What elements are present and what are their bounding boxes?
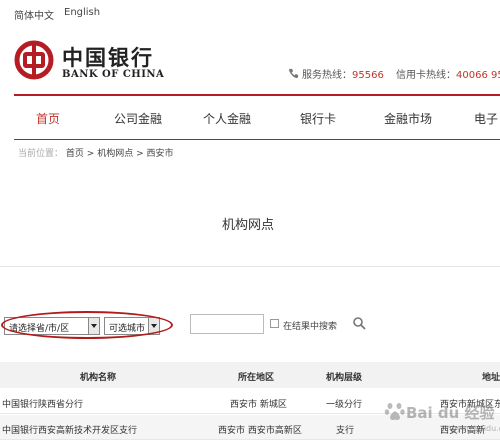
nav-item-personal-banking[interactable]: 个人金融 (203, 110, 251, 127)
cell-branch-name[interactable]: 中国银行西安高新技术开发区支行 (2, 423, 137, 436)
credit-card-hotline: 信用卡热线：40066 95 (396, 66, 500, 81)
breadcrumb-current: 西安市 (146, 149, 174, 159)
breadcrumb-separator: > (86, 149, 95, 159)
breadcrumb-separator: > (136, 149, 144, 159)
baidu-jingyan-watermark: Bai du 经验 jingyan.baidu.com (382, 394, 500, 444)
search-within-results-checkbox[interactable] (270, 319, 279, 328)
main-nav: 首页 公司金融 个人金融 银行卡 金融市场 电子 (14, 94, 500, 140)
cell-level: 一级分行 (326, 400, 363, 410)
cell-area: 西安市 西安市高新区 (218, 426, 302, 436)
search-within-results-label: 在结果中搜索 (283, 322, 338, 332)
logo-english-name[interactable]: BANK OF CHINA (62, 69, 164, 80)
nav-item-corporate-banking[interactable]: 公司金融 (114, 110, 162, 127)
breadcrumb-branches[interactable]: 机构网点 (97, 149, 133, 159)
breadcrumb-lead: 当前位置： (18, 149, 64, 159)
service-hotline: 服务热线：95566 (288, 66, 384, 81)
watermark-text: Bai du 经验 (406, 404, 495, 422)
cell-area: 西安市 新城区 (230, 400, 287, 410)
watermark-url: jingyan.baidu.com (442, 424, 500, 433)
column-header-name: 机构名称 (80, 373, 117, 383)
logo-chinese-name[interactable]: 中国银行 (62, 42, 154, 72)
cell-branch-name[interactable]: 中国银行陕西省分行 (2, 397, 83, 410)
nav-item-electronic[interactable]: 电子 (474, 110, 498, 127)
keyword-input[interactable] (190, 314, 264, 334)
breadcrumb: 当前位置： 首页 > 机构网点 > 西安市 (18, 146, 174, 159)
column-header-area: 所在地区 (238, 373, 275, 383)
search-filters: 请选择省/市/区 可选城市 在结果中搜索 (0, 310, 500, 344)
service-hotline-number: 95566 (352, 70, 384, 81)
card-hotline-number: 40066 95 (456, 70, 500, 81)
nav-item-financial-markets[interactable]: 金融市场 (384, 110, 432, 127)
service-hotline-label: 服务热线： (302, 70, 352, 81)
top-bar: 简体中文 English (0, 0, 500, 26)
divider (0, 266, 500, 267)
nav-item-bank-card[interactable]: 银行卡 (300, 110, 336, 127)
baidu-paw-icon (384, 403, 405, 420)
search-icon[interactable] (352, 316, 366, 330)
site-header: 中国银行 BANK OF CHINA 服务热线：95566 信用卡热线：4006… (0, 26, 500, 94)
lang-simplified-chinese-link[interactable]: 简体中文 (14, 7, 54, 22)
table-header: 机构名称 所在地区 机构层级 地址 (0, 362, 500, 388)
nav-item-home[interactable]: 首页 (36, 110, 60, 127)
card-hotline-label: 信用卡热线： (396, 70, 456, 81)
page-title: 机构网点 (222, 218, 275, 233)
cell-level: 支行 (336, 426, 355, 436)
breadcrumb-home[interactable]: 首页 (66, 149, 84, 159)
highlight-circle (1, 311, 173, 339)
column-header-address: 地址 (482, 373, 500, 383)
phone-icon (288, 68, 299, 79)
bank-of-china-logo-icon[interactable] (14, 40, 54, 80)
column-header-level: 机构层级 (326, 373, 363, 383)
lang-english-link[interactable]: English (64, 7, 100, 18)
